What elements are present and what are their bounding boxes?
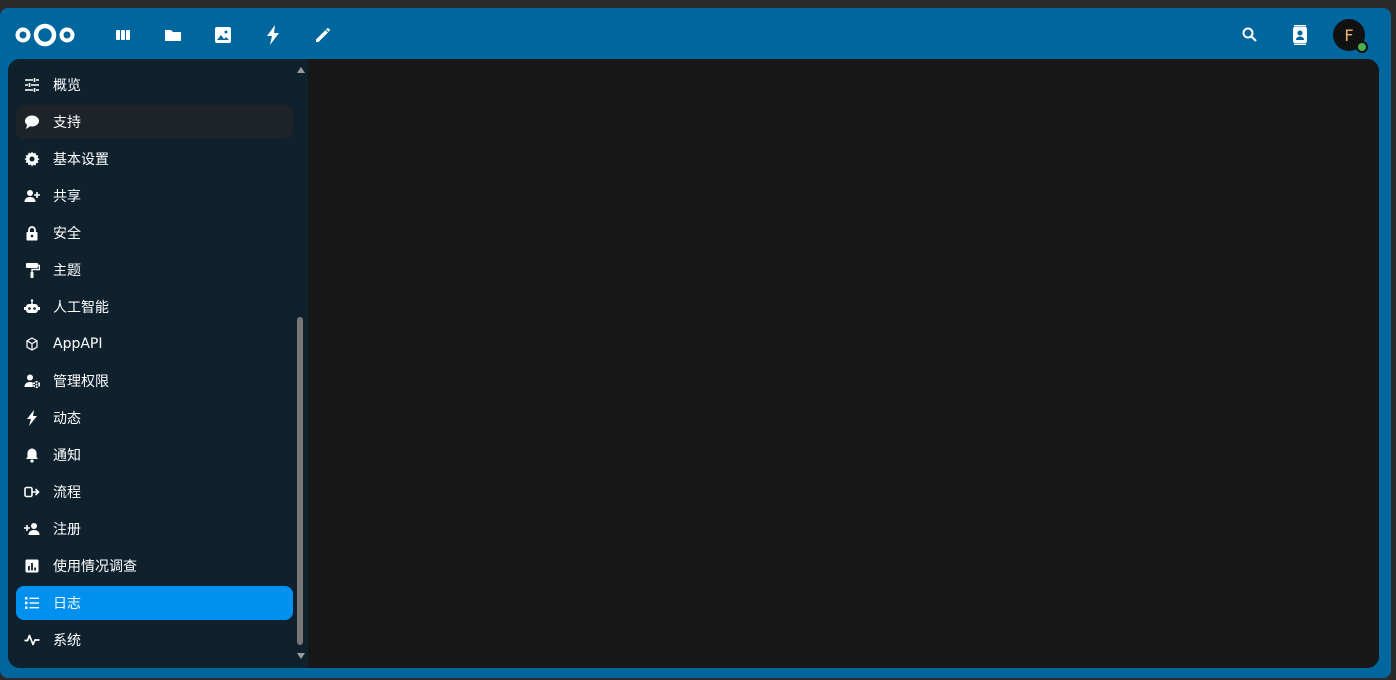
sidebar-item-label: 概览 [53, 78, 81, 94]
settings-sidebar: 概览 支持 基本设置 共享 安全 主题 人工智能 AppAPI 管理权限 动态 … [8, 59, 308, 668]
folder-icon[interactable] [158, 20, 188, 50]
sidebar-item-label: 主题 [53, 263, 81, 279]
deck-icon[interactable] [108, 20, 138, 50]
sidebar-item-label: AppAPI [53, 336, 103, 352]
paint-roller-icon [24, 262, 40, 278]
sidebar-item-admin-privileges[interactable]: 管理权限 [16, 364, 293, 398]
sidebar-item-logging[interactable]: 日志 [16, 586, 293, 620]
sidebar-item-activity[interactable]: 动态 [16, 401, 293, 435]
cube-icon [24, 336, 40, 352]
avatar[interactable]: F [1333, 19, 1368, 53]
sidebar-item-label: 共享 [53, 189, 81, 205]
sidebar-item-basic-settings[interactable]: 基本设置 [16, 142, 293, 176]
bar-chart-icon [24, 558, 40, 574]
scroll-up-arrow-icon[interactable] [296, 66, 306, 74]
sidebar-item-label: 基本设置 [53, 152, 109, 168]
settings-nav-list: 概览 支持 基本设置 共享 安全 主题 人工智能 AppAPI 管理权限 动态 … [16, 68, 293, 660]
sidebar-item-overview[interactable]: 概览 [16, 68, 293, 102]
sidebar-item-label: 管理权限 [53, 374, 109, 390]
sidebar-item-theming[interactable]: 主题 [16, 253, 293, 287]
sidebar-item-label: 系统 [53, 633, 81, 649]
content-area: 概览 支持 基本设置 共享 安全 主题 人工智能 AppAPI 管理权限 动态 … [8, 59, 1379, 668]
sidebar-item-label: 使用情况调查 [53, 559, 137, 575]
sidebar-item-registration[interactable]: 注册 [16, 512, 293, 546]
scroll-down-arrow-icon[interactable] [296, 652, 306, 660]
chat-bubble-icon [24, 114, 40, 130]
robot-icon [24, 299, 40, 315]
online-status-indicator [1356, 41, 1368, 53]
sidebar-item-security[interactable]: 安全 [16, 216, 293, 250]
bell-icon [24, 447, 40, 463]
flow-icon [24, 484, 40, 500]
sidebar-item-usage-survey[interactable]: 使用情况调查 [16, 549, 293, 583]
pulse-icon [24, 632, 40, 648]
sidebar-item-system[interactable]: 系统 [16, 623, 293, 657]
sidebar-item-label: 安全 [53, 226, 81, 242]
sidebar-scrollbar[interactable] [295, 59, 307, 668]
sidebar-item-label: 注册 [53, 522, 81, 538]
main-content [308, 59, 1379, 668]
activity-icon[interactable] [258, 20, 288, 50]
top-header: F [0, 8, 1391, 60]
sidebar-item-label: 支持 [53, 115, 81, 131]
sidebar-item-flow[interactable]: 流程 [16, 475, 293, 509]
sidebar-item-ai[interactable]: 人工智能 [16, 290, 293, 324]
sidebar-item-label: 流程 [53, 485, 81, 501]
search-icon[interactable] [1235, 20, 1265, 50]
list-icon [24, 595, 40, 611]
contacts-icon[interactable] [1285, 20, 1315, 50]
user-cog-icon [24, 373, 40, 389]
sidebar-item-appapi[interactable]: AppAPI [16, 327, 293, 361]
add-user-icon [24, 521, 40, 537]
app-frame: F 概览 支持 基本设置 共享 安全 主题 人工智能 AppAPI 管理权限 动… [0, 8, 1391, 678]
sidebar-item-label: 通知 [53, 448, 81, 464]
tune-icon [24, 77, 40, 93]
sidebar-item-label: 日志 [53, 596, 81, 612]
sidebar-item-label: 人工智能 [53, 300, 109, 316]
lightning-icon [24, 410, 40, 426]
sidebar-item-sharing[interactable]: 共享 [16, 179, 293, 213]
scrollbar-thumb[interactable] [297, 317, 303, 645]
nextcloud-logo[interactable] [14, 21, 76, 49]
share-user-icon [24, 188, 40, 204]
sidebar-item-notifications[interactable]: 通知 [16, 438, 293, 472]
sidebar-item-support[interactable]: 支持 [16, 105, 293, 139]
sidebar-item-label: 动态 [53, 411, 81, 427]
lock-icon [24, 225, 40, 241]
photos-icon[interactable] [208, 20, 238, 50]
pencil-icon[interactable] [308, 20, 338, 50]
gear-icon [24, 151, 40, 167]
avatar-letter: F [1344, 25, 1354, 45]
